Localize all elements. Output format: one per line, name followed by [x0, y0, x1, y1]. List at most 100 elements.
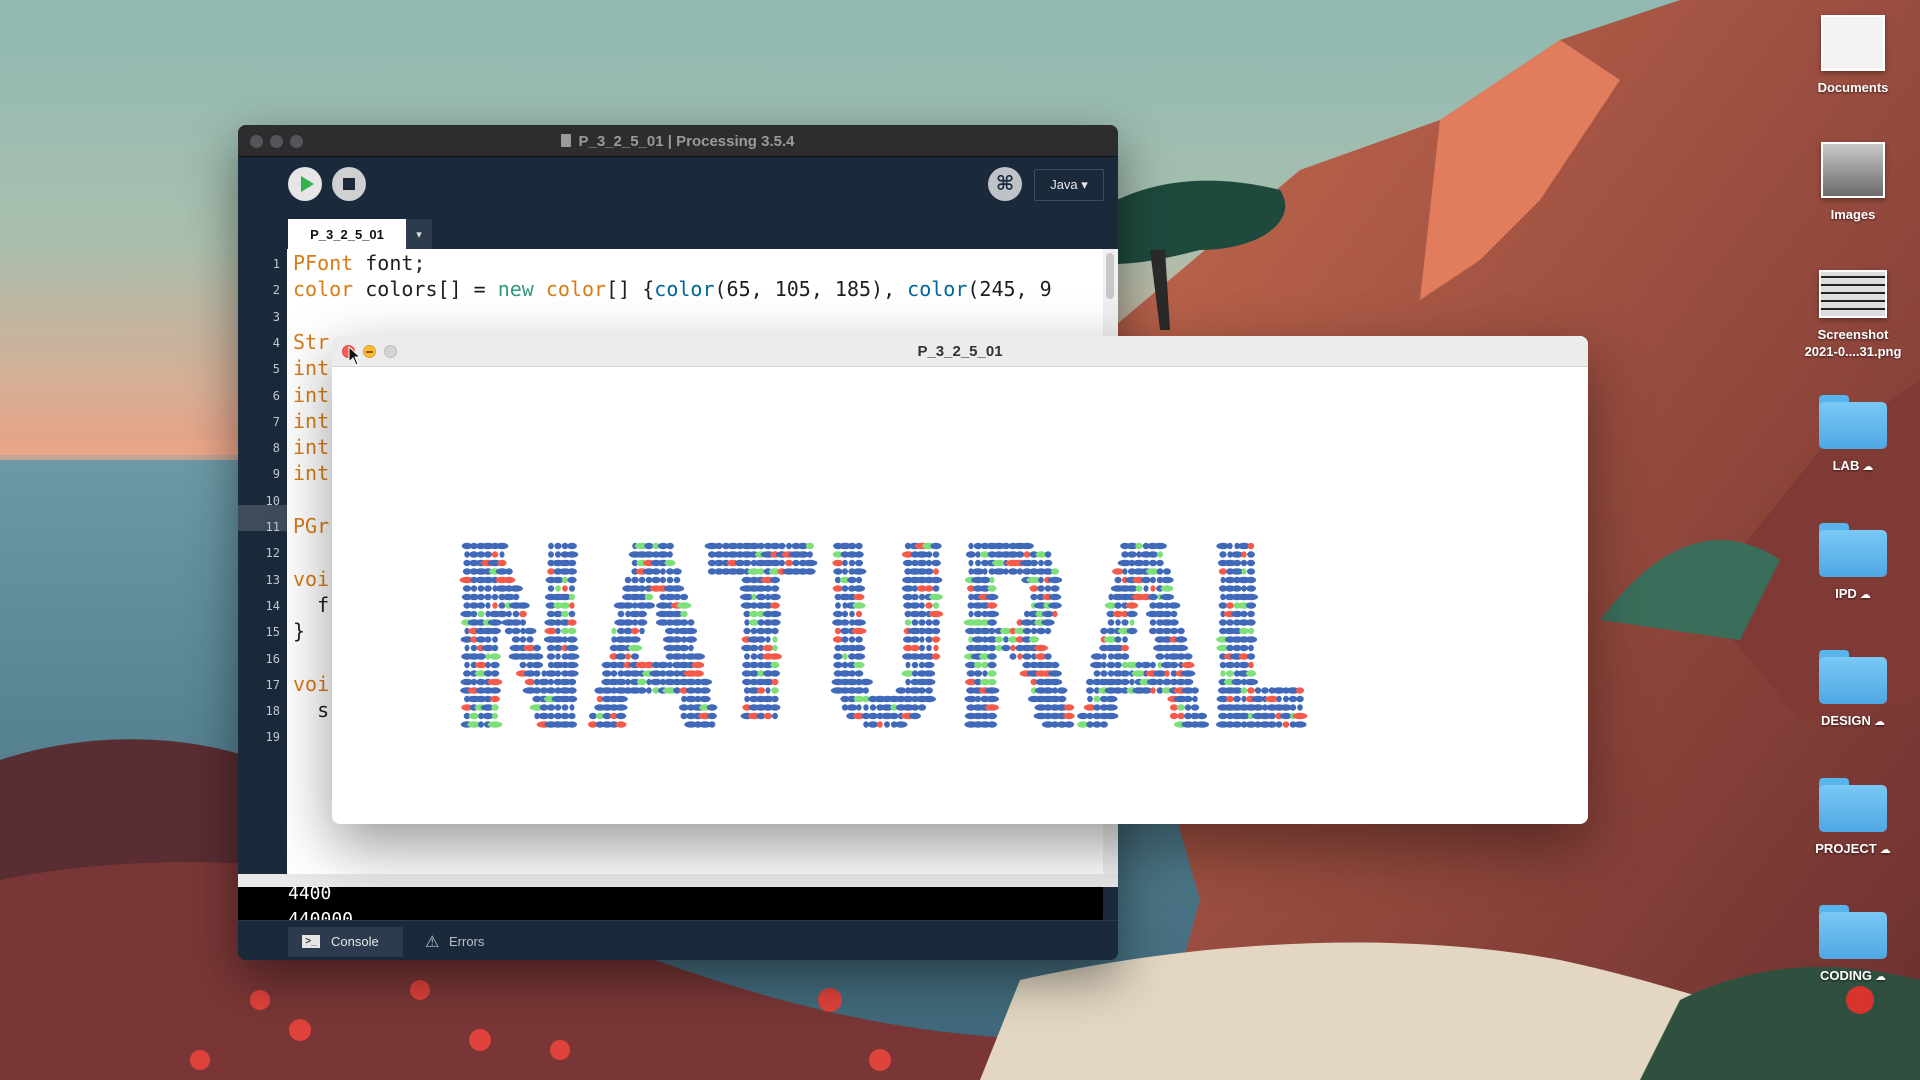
- sketch-dot: [463, 670, 471, 677]
- sketch-dot: [546, 687, 556, 694]
- sketch-dot: [707, 712, 717, 720]
- code-line: voi: [293, 567, 329, 591]
- sketch-dot: [1227, 542, 1233, 550]
- sketch-dot: [532, 644, 542, 652]
- sketch-dot: [1282, 695, 1290, 703]
- sketch-dot: [922, 695, 936, 703]
- sketch-dot: [982, 568, 988, 575]
- sketch-dot: [617, 610, 625, 618]
- debug-button[interactable]: ⌘: [988, 167, 1022, 201]
- sketch-dot: [1106, 661, 1116, 669]
- sketch-tab[interactable]: P_3_2_5_01: [288, 219, 406, 249]
- sketch-dot: [1107, 619, 1115, 626]
- sketch-dot: [917, 704, 927, 711]
- sketch-dot: [1219, 551, 1227, 558]
- console-tab[interactable]: >_ Console: [288, 927, 403, 957]
- sketch-dot: [1035, 627, 1047, 635]
- desktop-icon-documents[interactable]: Documents: [1798, 15, 1908, 96]
- sketch-dot: [989, 576, 995, 584]
- sketch-dot: [637, 687, 647, 694]
- code-token: int: [293, 461, 330, 486]
- sketch-dot: [548, 551, 554, 558]
- sketch-dot: [526, 636, 534, 643]
- sketch-dot: [975, 551, 981, 558]
- sketch-dot: [512, 610, 520, 618]
- sketch-dot: [925, 687, 933, 694]
- line-number: 11: [265, 520, 280, 534]
- sketch-dot: [1288, 695, 1298, 703]
- sketch-dot: [911, 619, 919, 626]
- sketch-canvas[interactable]: [332, 366, 1588, 824]
- code-token: voi: [293, 566, 330, 591]
- run-button[interactable]: [288, 167, 322, 201]
- sketch-dot: [1232, 585, 1242, 592]
- sketch-dot: [505, 568, 513, 575]
- sketch-dot: [986, 721, 998, 728]
- sketch-dot: [691, 661, 705, 669]
- desktop-icon-ipd[interactable]: IPD ☁: [1798, 523, 1908, 604]
- sketch-dot: [554, 670, 562, 677]
- stop-button[interactable]: [332, 167, 366, 201]
- desktop-icon-project[interactable]: PROJECT ☁: [1798, 778, 1908, 859]
- sketch-dot: [1231, 721, 1243, 728]
- sketch-dot: [904, 619, 912, 626]
- sketch-dot: [1226, 695, 1234, 703]
- sketch-dot: [751, 593, 757, 601]
- sketch-dot: [849, 610, 855, 618]
- sketch-dot: [484, 585, 492, 592]
- sketch-dot: [1238, 661, 1250, 669]
- sketch-dot: [1240, 559, 1248, 567]
- sketch-dot: [491, 593, 499, 601]
- sketch-dot: [851, 568, 867, 575]
- desktop-icon-screenshot[interactable]: Screenshot 2021-0....31.png: [1798, 270, 1908, 360]
- desktop-icon-design[interactable]: DESIGN ☁: [1798, 650, 1908, 731]
- sketch-dot: [524, 678, 536, 686]
- folder-icon: [1819, 650, 1887, 704]
- desktop-icon-label: IPD ☁: [1835, 586, 1871, 601]
- sketch-titlebar[interactable]: P_3_2_5_01: [332, 336, 1588, 367]
- sketch-dot: [636, 678, 648, 686]
- sketch-dot: [769, 619, 781, 626]
- sketch-dot: [919, 636, 925, 643]
- sketch-dot: [1104, 695, 1118, 703]
- line-number: 12: [265, 546, 280, 561]
- sketch-dot: [533, 670, 541, 677]
- sketch-dot: [1120, 678, 1130, 686]
- sketch-dot: [1169, 627, 1179, 635]
- sketch-dot: [1126, 610, 1138, 618]
- code-token: s: [293, 698, 330, 723]
- editor-console-divider[interactable]: [238, 874, 1118, 887]
- sketch-dot: [561, 610, 569, 618]
- sketch-dot: [894, 721, 908, 728]
- sketch-dot: [1115, 619, 1121, 626]
- sketch-dot: [625, 653, 631, 660]
- errors-tab-label: Errors: [449, 934, 485, 949]
- sketch-dot: [770, 661, 780, 669]
- desktop-icon-images[interactable]: Images: [1798, 142, 1908, 223]
- desktop-icon-coding[interactable]: CODING ☁: [1798, 905, 1908, 986]
- sketch-dot: [744, 653, 750, 660]
- sketch-dot: [530, 653, 544, 660]
- sketch-dot: [666, 542, 674, 550]
- desktop-icon-lab[interactable]: LAB ☁: [1798, 395, 1908, 476]
- sketch-dot: [567, 619, 577, 626]
- sketch-dot: [1164, 670, 1170, 677]
- sketch-dot: [1240, 610, 1248, 618]
- sketch-dot: [1003, 636, 1009, 643]
- code-token: (65, 105, 185),: [714, 277, 908, 302]
- sketch-dot: [487, 721, 503, 728]
- sketch-dot: [565, 670, 579, 677]
- icloud-icon: ☁: [1856, 589, 1871, 601]
- sketch-dot: [464, 551, 470, 558]
- mode-selector[interactable]: Java ▾: [1034, 169, 1104, 201]
- line-number: 16: [265, 651, 280, 666]
- sketch-dot: [889, 712, 899, 720]
- sketch-dot: [519, 661, 527, 669]
- tab-menu-button[interactable]: ▾: [406, 219, 432, 249]
- sketch-dot: [1147, 593, 1159, 601]
- sketch-dot: [1150, 687, 1156, 694]
- console-icon: >_: [302, 935, 320, 948]
- sketch-dot: [680, 610, 688, 618]
- errors-tab[interactable]: ⚠ Errors: [413, 927, 508, 957]
- ide-titlebar[interactable]: P_3_2_5_01 | Processing 3.5.4: [238, 125, 1118, 157]
